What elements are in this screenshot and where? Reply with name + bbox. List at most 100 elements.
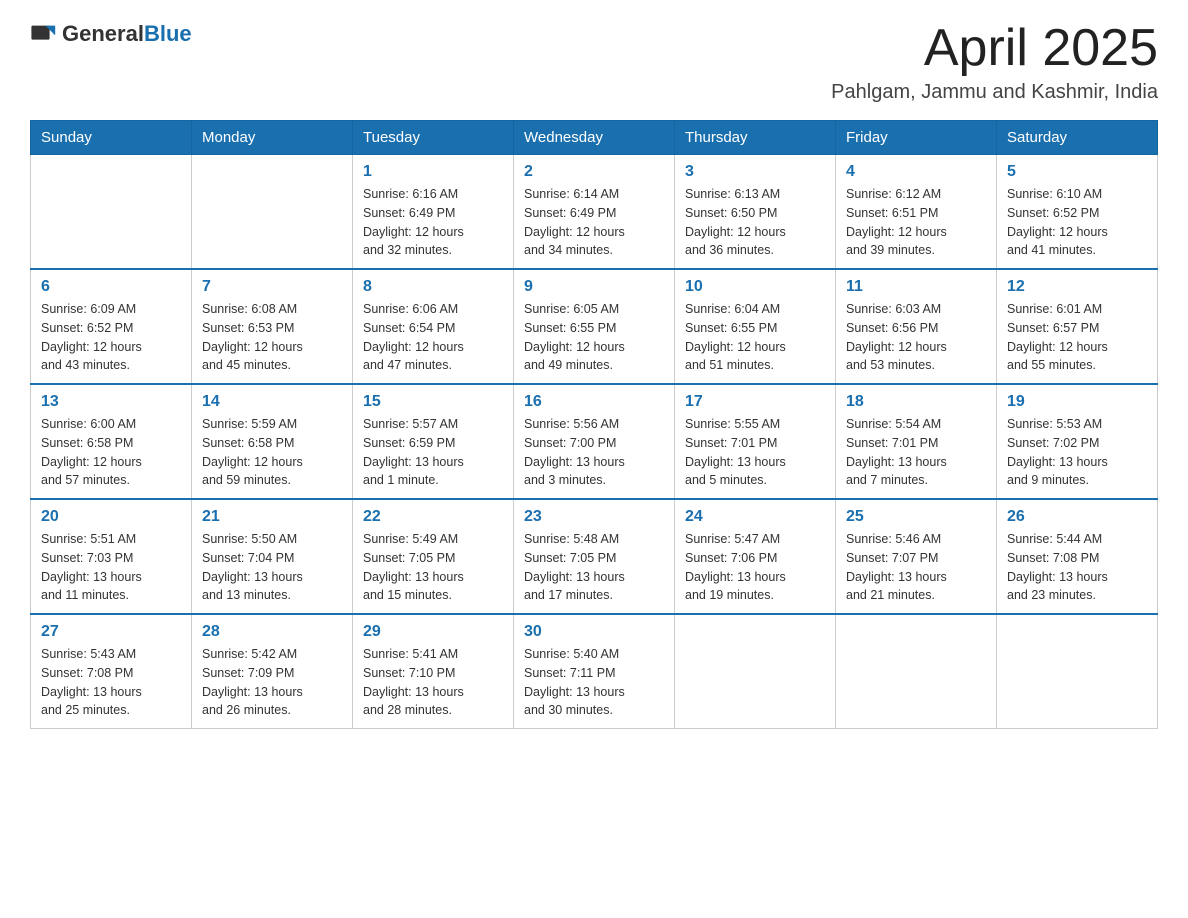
day-info: Sunrise: 5:53 AMSunset: 7:02 PMDaylight:… — [1007, 415, 1147, 490]
calendar-cell: 21 Sunrise: 5:50 AMSunset: 7:04 PMDayligh… — [192, 499, 353, 614]
calendar-cell: 28 Sunrise: 5:42 AMSunset: 7:09 PMDayligh… — [192, 614, 353, 729]
day-info: Sunrise: 6:06 AMSunset: 6:54 PMDaylight:… — [363, 300, 503, 375]
day-info: Sunrise: 6:10 AMSunset: 6:52 PMDaylight:… — [1007, 185, 1147, 260]
day-number: 18 — [846, 393, 986, 411]
day-number: 15 — [363, 393, 503, 411]
day-number: 29 — [363, 623, 503, 641]
day-info: Sunrise: 5:48 AMSunset: 7:05 PMDaylight:… — [524, 530, 664, 605]
day-info: Sunrise: 5:59 AMSunset: 6:58 PMDaylight:… — [202, 415, 342, 490]
day-number: 22 — [363, 508, 503, 526]
day-number: 7 — [202, 278, 342, 296]
calendar-cell: 6Sunrise: 6:09 AMSunset: 6:52 PMDaylight… — [31, 269, 192, 384]
calendar-cell: 5 Sunrise: 6:10 AMSunset: 6:52 PMDaylight… — [997, 155, 1158, 270]
day-number: 17 — [685, 393, 825, 411]
logo-icon — [30, 20, 58, 48]
day-info: Sunrise: 5:57 AMSunset: 6:59 PMDaylight:… — [363, 415, 503, 490]
calendar-cell: 1Sunrise: 6:16 AMSunset: 6:49 PMDaylight… — [353, 155, 514, 270]
day-number: 19 — [1007, 393, 1147, 411]
logo-blue-text: Blue — [144, 21, 192, 46]
day-number: 16 — [524, 393, 664, 411]
day-number: 25 — [846, 508, 986, 526]
column-header-saturday: Saturday — [997, 121, 1158, 155]
calendar-cell: 17Sunrise: 5:55 AMSunset: 7:01 PMDayligh… — [675, 384, 836, 499]
logo: GeneralBlue — [30, 20, 192, 48]
day-number: 28 — [202, 623, 342, 641]
calendar-cell: 7 Sunrise: 6:08 AMSunset: 6:53 PMDaylight… — [192, 269, 353, 384]
day-info: Sunrise: 5:42 AMSunset: 7:09 PMDaylight:… — [202, 645, 342, 720]
calendar-header-row: SundayMondayTuesdayWednesdayThursdayFrid… — [31, 121, 1158, 155]
month-title: April 2025 — [831, 20, 1158, 77]
day-number: 14 — [202, 393, 342, 411]
day-info: Sunrise: 5:50 AMSunset: 7:04 PMDaylight:… — [202, 530, 342, 605]
day-info: Sunrise: 5:43 AMSunset: 7:08 PMDaylight:… — [41, 645, 181, 720]
day-number: 23 — [524, 508, 664, 526]
day-info: Sunrise: 5:41 AMSunset: 7:10 PMDaylight:… — [363, 645, 503, 720]
logo-general-text: General — [62, 21, 144, 46]
day-info: Sunrise: 6:08 AMSunset: 6:53 PMDaylight:… — [202, 300, 342, 375]
calendar-week-row: 6Sunrise: 6:09 AMSunset: 6:52 PMDaylight… — [31, 269, 1158, 384]
calendar-cell: 23 Sunrise: 5:48 AMSunset: 7:05 PMDayligh… — [514, 499, 675, 614]
calendar-cell: 4 Sunrise: 6:12 AMSunset: 6:51 PMDaylight… — [836, 155, 997, 270]
calendar-cell — [31, 155, 192, 270]
day-number: 4 — [846, 163, 986, 181]
calendar-week-row: 20Sunrise: 5:51 AMSunset: 7:03 PMDayligh… — [31, 499, 1158, 614]
calendar-cell: 19 Sunrise: 5:53 AMSunset: 7:02 PMDayligh… — [997, 384, 1158, 499]
day-info: Sunrise: 5:49 AMSunset: 7:05 PMDaylight:… — [363, 530, 503, 605]
calendar-cell: 9Sunrise: 6:05 AMSunset: 6:55 PMDaylight… — [514, 269, 675, 384]
day-info: Sunrise: 6:01 AMSunset: 6:57 PMDaylight:… — [1007, 300, 1147, 375]
calendar-week-row: 1Sunrise: 6:16 AMSunset: 6:49 PMDaylight… — [31, 155, 1158, 270]
calendar-week-row: 13 Sunrise: 6:00 AMSunset: 6:58 PMDayligh… — [31, 384, 1158, 499]
day-number: 3 — [685, 163, 825, 181]
day-info: Sunrise: 5:47 AMSunset: 7:06 PMDaylight:… — [685, 530, 825, 605]
day-info: Sunrise: 5:54 AMSunset: 7:01 PMDaylight:… — [846, 415, 986, 490]
calendar-table: SundayMondayTuesdayWednesdayThursdayFrid… — [30, 120, 1158, 729]
calendar-cell: 11Sunrise: 6:03 AMSunset: 6:56 PMDayligh… — [836, 269, 997, 384]
calendar-cell: 24 Sunrise: 5:47 AMSunset: 7:06 PMDayligh… — [675, 499, 836, 614]
calendar-cell: 15 Sunrise: 5:57 AMSunset: 6:59 PMDayligh… — [353, 384, 514, 499]
column-header-monday: Monday — [192, 121, 353, 155]
column-header-tuesday: Tuesday — [353, 121, 514, 155]
calendar-cell: 25 Sunrise: 5:46 AMSunset: 7:07 PMDayligh… — [836, 499, 997, 614]
day-info: Sunrise: 5:44 AMSunset: 7:08 PMDaylight:… — [1007, 530, 1147, 605]
day-number: 12 — [1007, 278, 1147, 296]
day-info: Sunrise: 5:40 AMSunset: 7:11 PMDaylight:… — [524, 645, 664, 720]
calendar-cell: 8 Sunrise: 6:06 AMSunset: 6:54 PMDaylight… — [353, 269, 514, 384]
calendar-cell: 29 Sunrise: 5:41 AMSunset: 7:10 PMDayligh… — [353, 614, 514, 729]
day-number: 8 — [363, 278, 503, 296]
location-title: Pahlgam, Jammu and Kashmir, India — [831, 81, 1158, 104]
calendar-cell: 27Sunrise: 5:43 AMSunset: 7:08 PMDayligh… — [31, 614, 192, 729]
day-info: Sunrise: 5:56 AMSunset: 7:00 PMDaylight:… — [524, 415, 664, 490]
day-info: Sunrise: 6:09 AMSunset: 6:52 PMDaylight:… — [41, 300, 181, 375]
title-block: April 2025 Pahlgam, Jammu and Kashmir, I… — [831, 20, 1158, 104]
day-number: 1 — [363, 163, 503, 181]
calendar-cell: 12 Sunrise: 6:01 AMSunset: 6:57 PMDayligh… — [997, 269, 1158, 384]
day-info: Sunrise: 6:14 AMSunset: 6:49 PMDaylight:… — [524, 185, 664, 260]
calendar-cell: 2 Sunrise: 6:14 AMSunset: 6:49 PMDaylight… — [514, 155, 675, 270]
day-info: Sunrise: 6:04 AMSunset: 6:55 PMDaylight:… — [685, 300, 825, 375]
day-number: 21 — [202, 508, 342, 526]
day-number: 2 — [524, 163, 664, 181]
day-number: 20 — [41, 508, 181, 526]
calendar-cell — [675, 614, 836, 729]
column-header-sunday: Sunday — [31, 121, 192, 155]
calendar-cell — [192, 155, 353, 270]
day-info: Sunrise: 6:00 AMSunset: 6:58 PMDaylight:… — [41, 415, 181, 490]
day-number: 5 — [1007, 163, 1147, 181]
calendar-cell: 30Sunrise: 5:40 AMSunset: 7:11 PMDayligh… — [514, 614, 675, 729]
calendar-cell: 18 Sunrise: 5:54 AMSunset: 7:01 PMDayligh… — [836, 384, 997, 499]
calendar-cell: 16 Sunrise: 5:56 AMSunset: 7:00 PMDayligh… — [514, 384, 675, 499]
column-header-thursday: Thursday — [675, 121, 836, 155]
day-number: 10 — [685, 278, 825, 296]
day-info: Sunrise: 5:46 AMSunset: 7:07 PMDaylight:… — [846, 530, 986, 605]
calendar-week-row: 27Sunrise: 5:43 AMSunset: 7:08 PMDayligh… — [31, 614, 1158, 729]
calendar-cell: 13 Sunrise: 6:00 AMSunset: 6:58 PMDayligh… — [31, 384, 192, 499]
calendar-cell: 26Sunrise: 5:44 AMSunset: 7:08 PMDayligh… — [997, 499, 1158, 614]
day-number: 13 — [41, 393, 181, 411]
calendar-cell: 14 Sunrise: 5:59 AMSunset: 6:58 PMDayligh… — [192, 384, 353, 499]
day-info: Sunrise: 6:12 AMSunset: 6:51 PMDaylight:… — [846, 185, 986, 260]
column-header-wednesday: Wednesday — [514, 121, 675, 155]
day-info: Sunrise: 6:13 AMSunset: 6:50 PMDaylight:… — [685, 185, 825, 260]
day-info: Sunrise: 6:03 AMSunset: 6:56 PMDaylight:… — [846, 300, 986, 375]
calendar-cell — [836, 614, 997, 729]
day-number: 24 — [685, 508, 825, 526]
